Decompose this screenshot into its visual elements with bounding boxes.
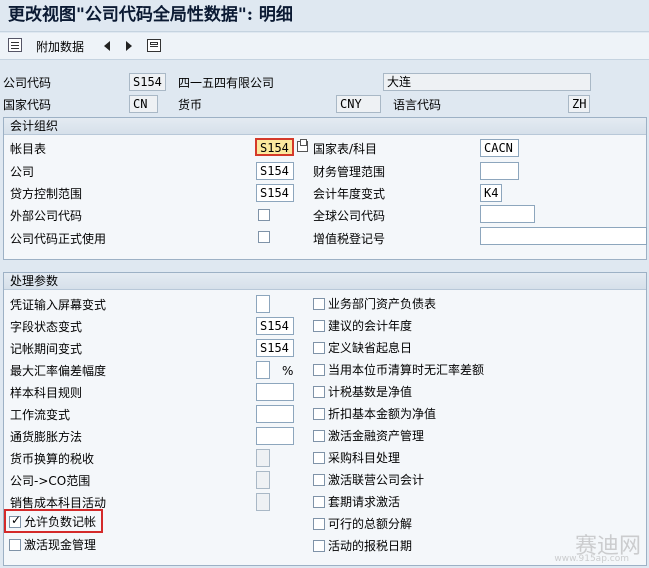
chart-of-accounts-label: 帐目表 <box>10 142 47 156</box>
checkmark-icon: ✓ <box>11 513 22 527</box>
activate-cash-management-label: 激活现金管理 <box>24 538 97 552</box>
external-company-code-checkbox[interactable] <box>258 209 270 221</box>
processing-right-label: 采购科目处理 <box>328 451 401 465</box>
currency-label: 货币 <box>178 98 203 112</box>
processing-left-field[interactable] <box>256 449 270 467</box>
company-label: 公司 <box>10 165 35 179</box>
processing-left-label: 最大汇率偏差幅度 <box>10 364 107 378</box>
accounting-organization-title: 会计组织 <box>4 118 646 135</box>
processing-right-checkbox[interactable] <box>313 518 325 530</box>
processing-right-label: 业务部门资产负债表 <box>328 297 437 311</box>
processing-right-label: 套期请求激活 <box>328 495 401 509</box>
processing-right-label: 定义缺省起息日 <box>328 341 413 355</box>
processing-right-checkbox[interactable] <box>313 320 325 332</box>
processing-right-label: 活动的报税日期 <box>328 539 413 553</box>
processing-parameters-title: 处理参数 <box>4 273 646 290</box>
currency-field: CNY <box>336 95 381 113</box>
copy-icon[interactable] <box>297 139 308 152</box>
vat-registration-label: 增值税登记号 <box>313 232 386 246</box>
processing-left-field[interactable] <box>256 427 294 445</box>
company-field[interactable]: S154 <box>256 162 294 180</box>
activate-cash-management-checkbox[interactable] <box>9 539 21 551</box>
processing-left-field[interactable]: S154 <box>256 339 294 357</box>
processing-right-checkbox[interactable] <box>313 540 325 552</box>
global-company-code-label: 全球公司代码 <box>313 209 386 223</box>
credit-control-area-field[interactable]: S154 <box>256 184 294 202</box>
additional-data-button[interactable]: 附加数据 <box>36 39 84 55</box>
company-name: 四一五四有限公司 <box>178 76 275 90</box>
country-chart-field[interactable]: CACN <box>480 139 519 157</box>
processing-left-label: 样本科目规则 <box>10 386 83 400</box>
processing-left-field[interactable]: S154 <box>256 317 294 335</box>
company-code-label: 公司代码 <box>3 76 52 90</box>
external-company-code-label: 外部公司代码 <box>10 209 83 223</box>
fiscal-year-variant-field[interactable]: K4 <box>480 184 502 202</box>
watermark-url: www.915ap.com <box>554 554 629 564</box>
country-chart-label: 国家表/科目 <box>313 142 378 156</box>
processing-left-field[interactable] <box>256 471 270 489</box>
processing-right-checkbox[interactable] <box>313 496 325 508</box>
processing-left-label: 货币换算的税收 <box>10 452 95 466</box>
fiscal-year-variant-label: 会计年度变式 <box>313 187 386 201</box>
company-code-productive-checkbox[interactable] <box>258 231 270 243</box>
language-code-field: ZH <box>568 95 590 113</box>
country-code-field: CN <box>129 95 158 113</box>
company-code-productive-label: 公司代码正式使用 <box>10 232 107 246</box>
processing-right-label: 折扣基本金额为净值 <box>328 407 437 421</box>
fm-area-field[interactable] <box>480 162 519 180</box>
allow-negative-posting-label: 允许负数记帐 <box>24 515 97 529</box>
window-title: 更改视图"公司代码全局性数据": 明细 <box>0 0 649 32</box>
next-entry-icon[interactable] <box>126 41 132 51</box>
processing-left-label: 通货膨胀方法 <box>10 430 83 444</box>
credit-control-area-label: 贷方控制范围 <box>10 187 83 201</box>
details-icon[interactable] <box>8 38 22 52</box>
processing-right-checkbox[interactable] <box>313 408 325 420</box>
allow-negative-posting-checkbox[interactable]: ✓ <box>9 513 22 528</box>
processing-right-label: 激活联营公司会计 <box>328 473 425 487</box>
previous-entry-icon[interactable] <box>104 41 110 51</box>
processing-left-field[interactable] <box>256 295 270 313</box>
processing-left-label: 公司->CO范围 <box>10 474 91 488</box>
processing-right-checkbox[interactable] <box>313 474 325 486</box>
processing-left-label: 字段状态变式 <box>10 320 83 334</box>
processing-left-field[interactable] <box>256 383 294 401</box>
processing-right-checkbox[interactable] <box>313 342 325 354</box>
company-code-field: S154 <box>129 73 166 91</box>
fm-area-label: 财务管理范围 <box>313 165 386 179</box>
processing-right-label: 建议的会计年度 <box>328 319 413 333</box>
processing-right-label: 计税基数是净值 <box>328 385 413 399</box>
processing-right-checkbox[interactable] <box>313 298 325 310</box>
global-company-code-field[interactable] <box>480 205 535 223</box>
processing-right-checkbox[interactable] <box>313 452 325 464</box>
toolbar: 附加数据 <box>0 33 649 60</box>
processing-left-field[interactable] <box>256 405 294 423</box>
processing-left-label: 记帐期间变式 <box>10 342 83 356</box>
processing-right-label: 激活金融资产管理 <box>328 429 425 443</box>
vat-registration-field[interactable] <box>480 227 647 245</box>
percent-unit: % <box>282 364 294 378</box>
processing-right-checkbox[interactable] <box>313 364 325 376</box>
country-code-label: 国家代码 <box>3 98 52 112</box>
processing-left-field[interactable] <box>256 361 270 379</box>
processing-right-label: 可行的总额分解 <box>328 517 413 531</box>
processing-right-checkbox[interactable] <box>313 386 325 398</box>
city-field: 大连 <box>383 73 591 91</box>
processing-left-label: 凭证输入屏幕变式 <box>10 298 107 312</box>
chart-of-accounts-field[interactable]: S154 <box>255 138 294 156</box>
processing-right-checkbox[interactable] <box>313 430 325 442</box>
processing-left-field[interactable] <box>256 493 270 511</box>
print-icon[interactable] <box>147 39 161 52</box>
language-code-label: 语言代码 <box>393 98 442 112</box>
processing-right-label: 当用本位币清算时无汇率差额 <box>328 363 485 377</box>
processing-left-label: 工作流变式 <box>10 408 71 422</box>
